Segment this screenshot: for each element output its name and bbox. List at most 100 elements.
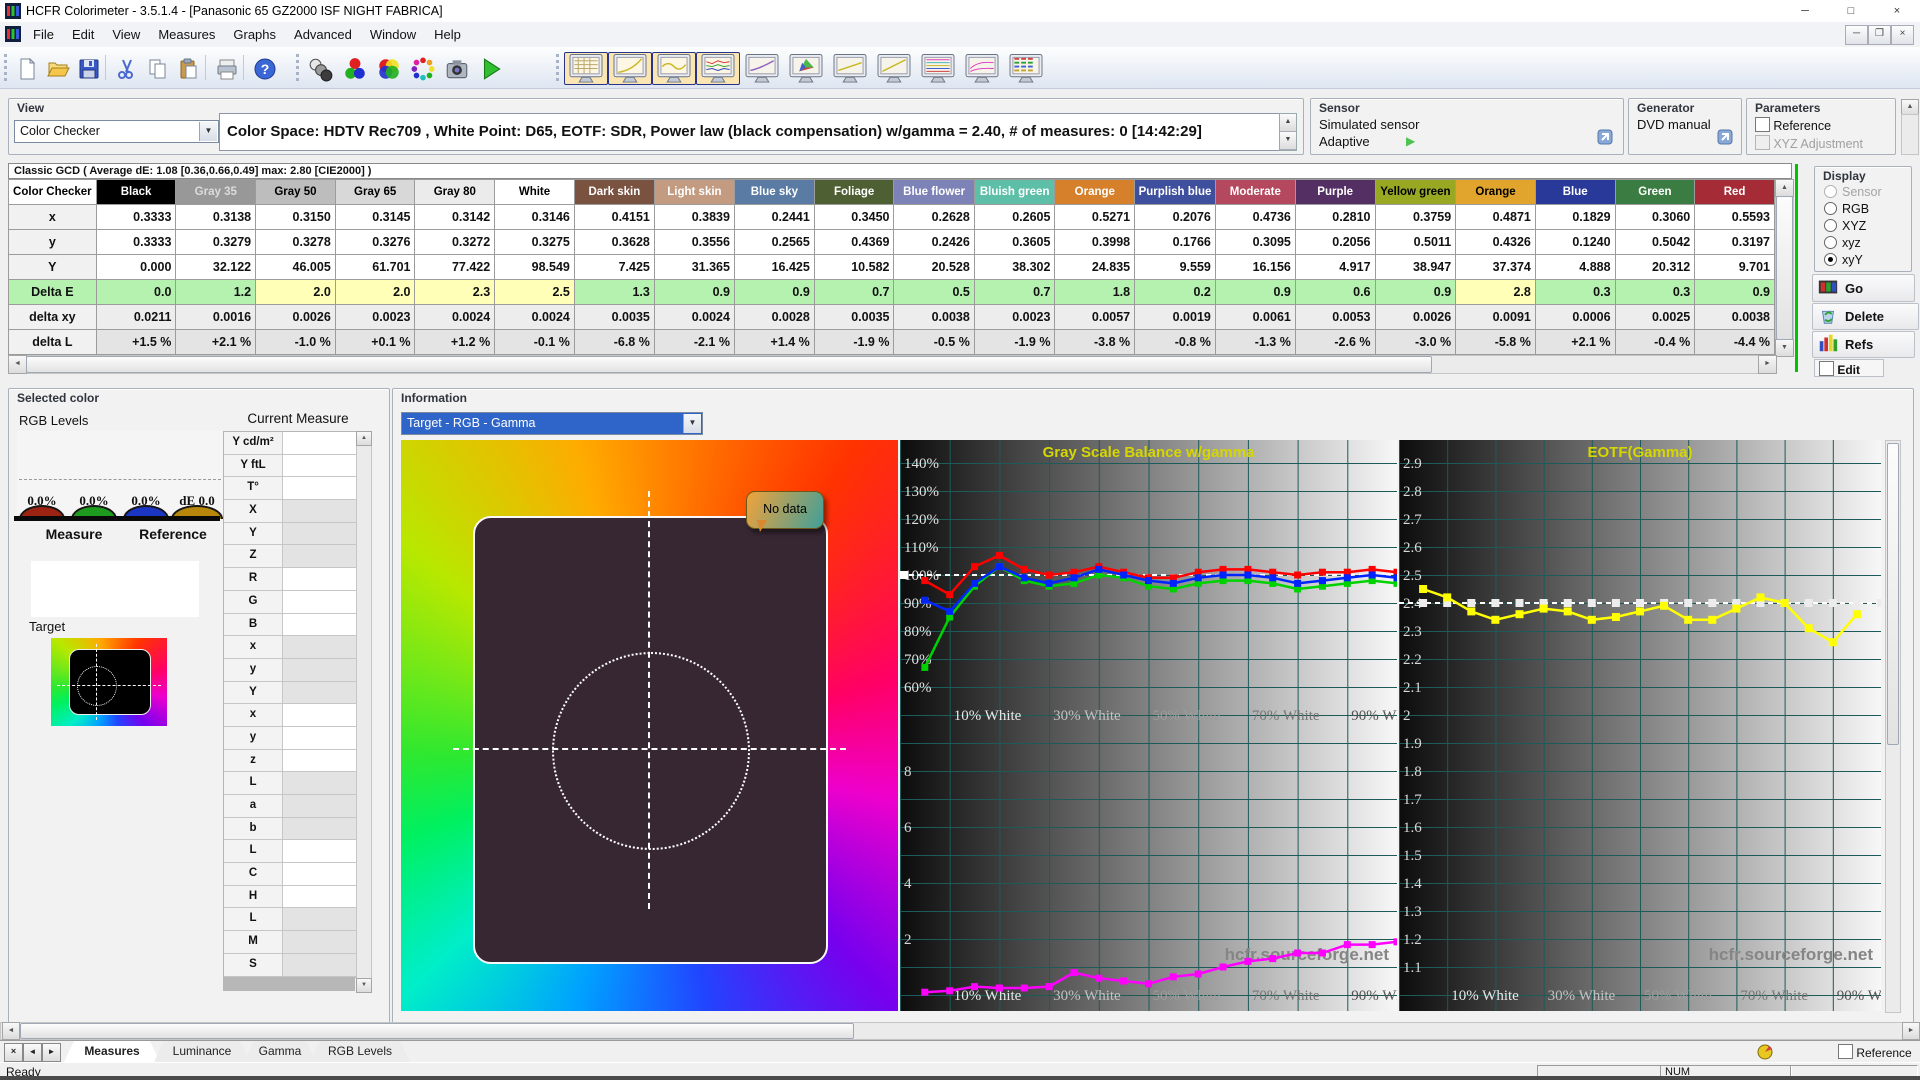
go-button[interactable]: Go — [1812, 274, 1915, 302]
workspace-scroll-left-icon[interactable]: ◄ — [2, 1022, 20, 1040]
generator-config-icon[interactable] — [1715, 127, 1735, 150]
workspace-scroll-right-icon[interactable]: ► — [1902, 1022, 1920, 1040]
radio-xyz[interactable]: xyz — [1815, 235, 1911, 252]
tab-scroll-left-icon[interactable]: ◄ — [23, 1043, 42, 1062]
column-header-gray-80[interactable]: Gray 80 — [415, 180, 495, 205]
reference-tab-checkbox[interactable] — [1838, 1044, 1853, 1059]
column-header-yellow-green[interactable]: Yellow green — [1375, 180, 1456, 205]
column-header-blue-flower[interactable]: Blue flower — [894, 180, 974, 205]
column-header-black[interactable]: Black — [96, 180, 176, 205]
menu-item-file[interactable]: File — [24, 22, 63, 46]
toolbar-button-save[interactable] — [72, 52, 105, 85]
chevron-down-icon[interactable]: ▼ — [683, 414, 701, 433]
tab-measures[interactable]: Measures — [64, 1041, 160, 1062]
measure-scroll-up-icon[interactable]: ▲ — [356, 431, 372, 446]
refs-button[interactable]: Refs — [1812, 331, 1915, 358]
toolbar-button-snapshot[interactable] — [440, 52, 473, 85]
column-header-orange[interactable]: Orange — [1456, 180, 1536, 205]
radio-rgb[interactable]: RGB — [1815, 201, 1911, 218]
mdi-minimize-icon[interactable]: ─ — [1845, 25, 1868, 45]
radio-icon-xyy[interactable] — [1824, 253, 1837, 266]
column-header-white[interactable]: White — [495, 180, 575, 205]
column-header-dark-skin[interactable]: Dark skin — [574, 180, 654, 205]
toolbar-button-contrast-graph[interactable] — [872, 52, 916, 85]
toolbar-button-luminance-log-graph[interactable] — [828, 52, 872, 85]
column-header-foliage[interactable]: Foliage — [814, 180, 894, 205]
table-scroll-down-icon[interactable]: ▼ — [1775, 339, 1794, 357]
reference-toggle[interactable]: Reference — [1838, 1044, 1912, 1060]
column-header-purplish-blue[interactable]: Purplish blue — [1135, 180, 1216, 205]
spinner-down-icon[interactable]: ▼ — [1280, 132, 1296, 150]
toolbar-button-gamma-graph[interactable] — [652, 52, 696, 85]
toolbar-button-print[interactable] — [210, 52, 243, 85]
menu-item-window[interactable]: Window — [361, 22, 425, 46]
measure-scrollbar[interactable] — [356, 431, 372, 993]
menu-item-view[interactable]: View — [103, 22, 149, 46]
maximize-icon[interactable]: □ — [1828, 0, 1874, 22]
column-header-bluish-green[interactable]: Bluish green — [974, 180, 1055, 205]
column-header-light-skin[interactable]: Light skin — [654, 180, 734, 205]
toolbar-button-luminance-graph[interactable] — [608, 52, 652, 85]
radio-xyy[interactable]: xyY — [1815, 252, 1911, 269]
information-selector[interactable]: Target - RGB - Gamma ▼ — [401, 412, 703, 435]
toolbar-button-open[interactable] — [41, 52, 74, 85]
tab-gamma[interactable]: Gamma — [244, 1041, 316, 1062]
tab-close-icon[interactable]: × — [4, 1043, 23, 1062]
toolbar-button-run-measures[interactable] — [474, 52, 507, 85]
tab-luminance[interactable]: Luminance — [154, 1041, 250, 1062]
information-scroll-thumb[interactable] — [1887, 443, 1899, 745]
radio-icon-xyz[interactable] — [1824, 219, 1837, 232]
mdi-restore-icon[interactable]: ❐ — [1868, 25, 1891, 45]
toolbar-button-measures-summary[interactable] — [1004, 52, 1048, 85]
column-header-blue-sky[interactable]: Blue sky — [734, 180, 814, 205]
menu-item-measures[interactable]: Measures — [149, 22, 224, 46]
measure-scroll-down-icon[interactable]: ▼ — [356, 978, 372, 993]
column-header-orange[interactable]: Orange — [1055, 180, 1135, 205]
menu-item-advanced[interactable]: Advanced — [285, 22, 361, 46]
column-header-blue[interactable]: Blue — [1535, 180, 1615, 205]
toolbar-button-new[interactable] — [10, 52, 43, 85]
spinner-up-icon[interactable]: ▲ — [1280, 114, 1296, 132]
tab-rgb-levels[interactable]: RGB Levels — [310, 1041, 410, 1062]
toolbar-button-measures-grid[interactable] — [564, 52, 608, 85]
toolbar-button-cut[interactable] — [110, 52, 143, 85]
table-scroll-right-icon[interactable]: ► — [1758, 355, 1777, 374]
radio-icon-rgb[interactable] — [1824, 202, 1837, 215]
toolbar-button-copy[interactable] — [141, 52, 174, 85]
delete-button[interactable]: Delete — [1812, 303, 1919, 330]
toolbar-button-paste[interactable] — [172, 52, 205, 85]
toolbar-button-continuous-measure[interactable] — [406, 52, 439, 85]
radio-xyz[interactable]: XYZ — [1815, 218, 1911, 235]
column-header-moderate[interactable]: Moderate — [1215, 180, 1295, 205]
reference-checkbox[interactable] — [1755, 117, 1770, 132]
column-header-gray-65[interactable]: Gray 65 — [335, 180, 415, 205]
toolbar-button-gray-scale-measure[interactable] — [304, 52, 337, 85]
panel-scrollbar[interactable] — [1901, 114, 1919, 155]
column-header-green[interactable]: Green — [1615, 180, 1695, 205]
table-hscroll-thumb[interactable] — [26, 356, 1432, 373]
toolbar-button-color-temperature-graph[interactable] — [916, 52, 960, 85]
toolbar-button-saturation-shift-graph[interactable] — [960, 52, 1004, 85]
view-selector[interactable]: Color Checker ▼ — [14, 120, 219, 143]
minimize-icon[interactable]: ─ — [1782, 0, 1828, 22]
toolbar-button-rgb-levels-graph[interactable] — [696, 52, 740, 85]
tab-scroll-right-icon[interactable]: ► — [42, 1043, 61, 1062]
toolbar-button-cie-diagram[interactable] — [784, 52, 828, 85]
workspace-hscroll-thumb[interactable] — [20, 1023, 854, 1039]
table-scroll-up-icon[interactable]: ▲ — [1775, 179, 1794, 197]
table-scroll-left-icon[interactable]: ◄ — [8, 355, 27, 374]
edit-toggle[interactable]: Edit — [1814, 359, 1884, 377]
radio-icon-xyz[interactable] — [1824, 236, 1837, 249]
column-header-gray-50[interactable]: Gray 50 — [256, 180, 336, 205]
edit-checkbox[interactable] — [1819, 361, 1834, 376]
column-header-red[interactable]: Red — [1695, 180, 1775, 205]
menu-item-edit[interactable]: Edit — [63, 22, 103, 46]
sensor-config-icon[interactable] — [1595, 127, 1615, 150]
column-header-purple[interactable]: Purple — [1295, 180, 1375, 205]
toolbar-button-primaries-measure[interactable] — [338, 52, 371, 85]
close-icon[interactable]: × — [1874, 0, 1920, 22]
chevron-down-icon[interactable]: ▼ — [199, 122, 217, 141]
column-header-gray-35[interactable]: Gray 35 — [176, 180, 256, 205]
toolbar-button-help[interactable]: ? — [248, 52, 281, 85]
mdi-close-icon[interactable]: × — [1891, 25, 1914, 45]
